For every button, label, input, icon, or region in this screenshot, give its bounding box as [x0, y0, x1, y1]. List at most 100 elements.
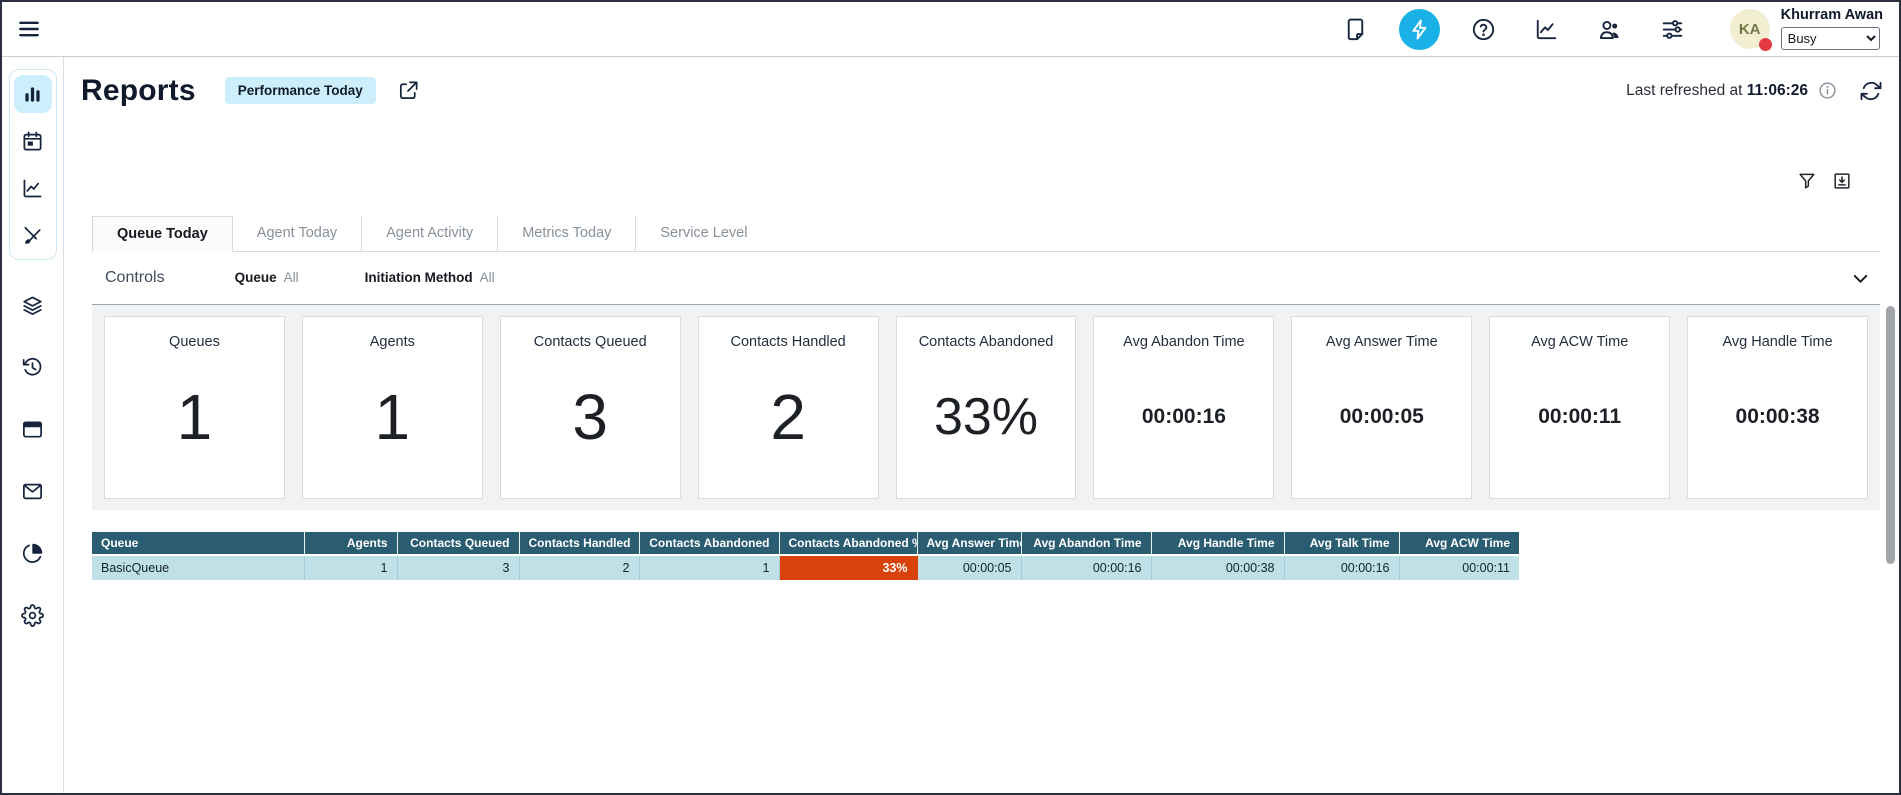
sidebar-item-layers-icon[interactable] — [14, 286, 52, 324]
column-header-avg-answer-time[interactable]: Avg Answer Time — [917, 532, 1021, 555]
cell-agents: 1 — [304, 555, 397, 580]
sidebar-item-window-icon[interactable] — [14, 410, 52, 448]
metric-card-value: 2 — [770, 350, 806, 498]
metric-card-queues: Queues1 — [104, 316, 285, 499]
metric-card-avg-handle-time: Avg Handle Time00:00:38 — [1687, 316, 1868, 499]
note-icon[interactable] — [1343, 17, 1368, 42]
last-refreshed-label: Last refreshed at — [1626, 82, 1742, 99]
app-window: KA Khurram Awan Busy Reports Perfor — [0, 0, 1901, 795]
sidebar-item-calendar-icon[interactable] — [14, 122, 52, 160]
controls-bar: Controls QueueAll Initiation Method All — [92, 252, 1880, 305]
queue-table: QueueAgentsContacts QueuedContacts Handl… — [92, 532, 1519, 580]
metric-card-value: 1 — [375, 350, 411, 498]
column-header-avg-acw-time[interactable]: Avg ACW Time — [1399, 532, 1519, 555]
tab-queue-today[interactable]: Queue Today — [92, 216, 233, 252]
sidebar-item-line-chart-icon[interactable] — [14, 169, 52, 207]
main-content: Reports Performance Today Last refreshed… — [64, 57, 1899, 793]
metric-card-label: Contacts Handled — [730, 334, 845, 350]
filter-queue[interactable]: QueueAll — [235, 270, 299, 285]
status-select[interactable]: Busy — [1781, 27, 1880, 50]
sidebar-items — [14, 286, 52, 658]
metric-card-label: Agents — [370, 334, 415, 350]
column-header-contacts-handled[interactable]: Contacts Handled — [519, 532, 639, 555]
tab-agent-activity[interactable]: Agent Activity — [361, 216, 497, 251]
column-header-agents[interactable]: Agents — [304, 532, 397, 555]
hamburger-menu-icon[interactable] — [16, 16, 42, 42]
column-header-contacts-abandoned[interactable]: Contacts Abandoned % — [779, 532, 917, 555]
table-row[interactable]: BasicQueue132133%00:00:0500:00:1600:00:3… — [92, 555, 1519, 580]
cell-queue: BasicQueue — [92, 555, 304, 580]
controls-label: Controls — [105, 269, 165, 287]
refresh-icon[interactable] — [1859, 79, 1883, 103]
column-header-avg-abandon-time[interactable]: Avg Abandon Time — [1021, 532, 1151, 555]
filter-value: All — [480, 270, 495, 285]
filter-icon[interactable] — [1797, 171, 1817, 191]
metric-card-value: 3 — [572, 350, 608, 498]
cell-avg-talk-time: 00:00:16 — [1284, 555, 1399, 580]
metric-card-avg-acw-time: Avg ACW Time00:00:11 — [1489, 316, 1670, 499]
sidebar — [2, 57, 64, 793]
last-refreshed-time: 11:06:26 — [1747, 82, 1808, 99]
metric-card-value: 00:00:11 — [1538, 350, 1621, 498]
metric-card-value: 00:00:05 — [1340, 350, 1424, 498]
column-header-avg-handle-time[interactable]: Avg Handle Time — [1151, 532, 1284, 555]
download-icon[interactable] — [1832, 171, 1852, 191]
metric-card-contacts-queued: Contacts Queued3 — [500, 316, 681, 499]
avatar[interactable]: KA — [1730, 9, 1770, 49]
topbar: KA Khurram Awan Busy — [2, 2, 1899, 57]
metric-card-label: Contacts Queued — [534, 334, 647, 350]
column-header-queue[interactable]: Queue — [92, 532, 304, 555]
help-icon[interactable] — [1471, 17, 1496, 42]
topbar-actions: KA Khurram Awan Busy — [1324, 8, 1883, 50]
sidebar-item-bar-chart-icon[interactable] — [14, 75, 52, 113]
metric-card-contacts-abandoned: Contacts Abandoned33% — [896, 316, 1077, 499]
panel-tools — [92, 170, 1880, 192]
cell-contacts-handled: 2 — [519, 555, 639, 580]
controls-filters: QueueAll Initiation Method All — [235, 269, 561, 287]
info-icon[interactable] — [1818, 81, 1837, 100]
sidebar-item-gear-icon[interactable] — [14, 596, 52, 634]
metric-card-label: Avg Answer Time — [1326, 334, 1438, 350]
vertical-scrollbar[interactable] — [1886, 306, 1895, 564]
cell-contacts-abandoned: 1 — [639, 555, 779, 580]
metric-card-label: Contacts Abandoned — [919, 334, 1054, 350]
filter-name: Initiation Method — [365, 270, 473, 285]
metric-card-avg-abandon-time: Avg Abandon Time00:00:16 — [1093, 316, 1274, 499]
table-body: BasicQueue132133%00:00:0500:00:1600:00:3… — [92, 555, 1519, 580]
metric-card-value: 00:00:16 — [1142, 350, 1226, 498]
metric-card-avg-answer-time: Avg Answer Time00:00:05 — [1291, 316, 1472, 499]
table-header-row: QueueAgentsContacts QueuedContacts Handl… — [92, 532, 1519, 555]
filter-value: All — [284, 270, 299, 285]
metric-card-label: Avg Abandon Time — [1123, 334, 1244, 350]
external-link-icon[interactable] — [397, 79, 420, 102]
metric-card-value: 1 — [177, 350, 213, 498]
column-header-contacts-queued[interactable]: Contacts Queued — [397, 532, 519, 555]
sidebar-item-mail-icon[interactable] — [14, 472, 52, 510]
report-badge[interactable]: Performance Today — [225, 77, 376, 104]
filter-initiation-method[interactable]: Initiation Method All — [365, 270, 495, 285]
cell-contacts-abandoned: 33% — [779, 555, 917, 580]
users-icon[interactable] — [1597, 17, 1622, 42]
sidebar-item-history-icon[interactable] — [14, 348, 52, 386]
line-chart-icon[interactable] — [1534, 17, 1559, 42]
sidebar-item-pie-chart-icon[interactable] — [14, 534, 52, 572]
sidebar-item-design-brush-icon[interactable] — [14, 216, 52, 254]
lightning-icon[interactable] — [1399, 9, 1440, 50]
sliders-icon[interactable] — [1660, 17, 1685, 42]
tab-agent-today[interactable]: Agent Today — [233, 216, 361, 251]
metric-cards: Queues1Agents1Contacts Queued3Contacts H… — [92, 305, 1880, 510]
cell-avg-abandon-time: 00:00:16 — [1021, 555, 1151, 580]
avatar-initials: KA — [1739, 21, 1761, 38]
tab-service-level[interactable]: Service Level — [635, 216, 771, 251]
user-area: KA Khurram Awan Busy — [1730, 8, 1883, 50]
column-header-avg-talk-time[interactable]: Avg Talk Time — [1284, 532, 1399, 555]
metric-card-contacts-handled: Contacts Handled2 — [698, 316, 879, 499]
tab-metrics-today[interactable]: Metrics Today — [497, 216, 635, 251]
column-header-contacts-abandoned[interactable]: Contacts Abandoned — [639, 532, 779, 555]
queue-table-wrap: QueueAgentsContacts QueuedContacts Handl… — [92, 532, 1880, 580]
user-meta: Khurram Awan Busy — [1781, 8, 1883, 50]
chevron-down-icon[interactable] — [1849, 267, 1872, 290]
tabs: Queue TodayAgent TodayAgent ActivityMetr… — [92, 216, 1880, 252]
topbar-icons — [1324, 9, 1704, 50]
cell-avg-acw-time: 00:00:11 — [1399, 555, 1519, 580]
